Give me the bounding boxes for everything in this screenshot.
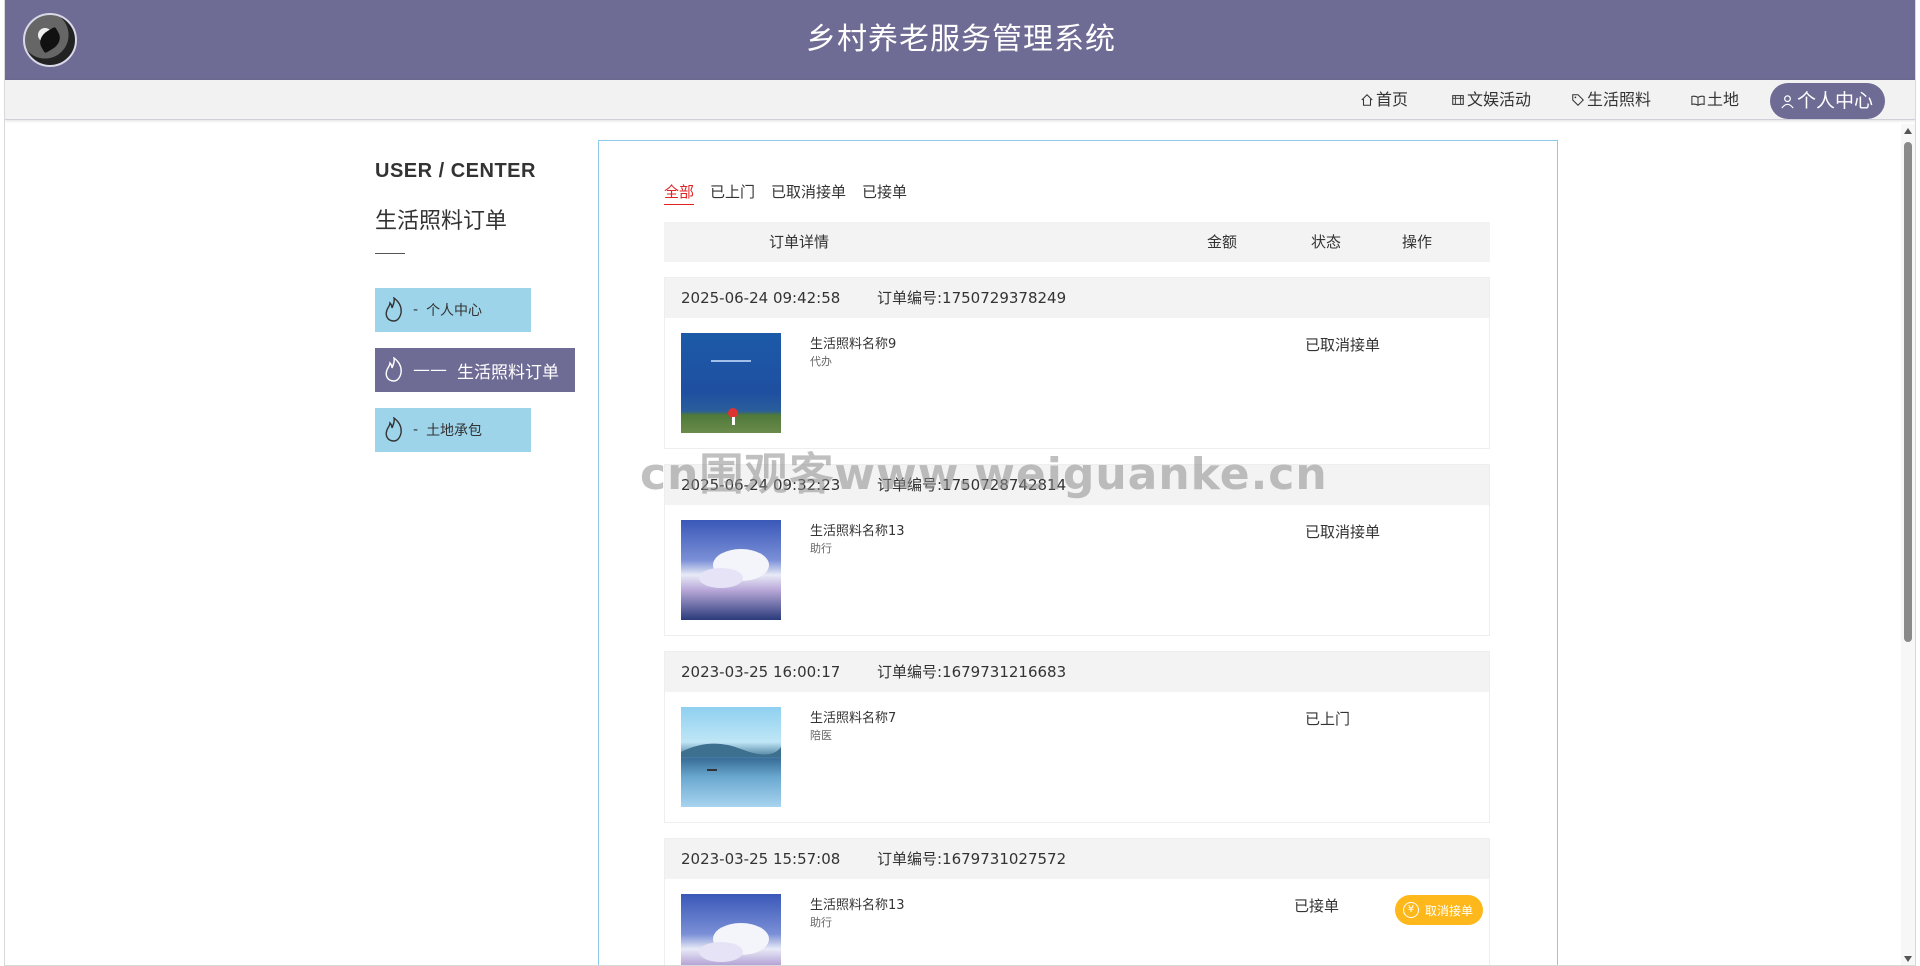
tab-visited[interactable]: 已上门 xyxy=(710,181,755,205)
order-status: 已上门 xyxy=(1305,710,1351,728)
product-image[interactable] xyxy=(681,894,781,965)
product-image[interactable] xyxy=(681,520,781,620)
order-card: 2025-06-24 09:32:23 订单编号:1750728742814 生… xyxy=(664,464,1490,636)
flame-icon xyxy=(385,417,402,442)
order-card: 2025-06-24 09:42:58 订单编号:1750729378249 生… xyxy=(664,277,1490,449)
header-amount: 金额 xyxy=(1207,233,1238,251)
sidebar-item-label: 生活照料订单 xyxy=(457,362,559,383)
product-image[interactable] xyxy=(681,333,781,433)
sidebar-item-land-contract[interactable]: - 土地承包 xyxy=(375,408,531,452)
nav-land-label: 土地 xyxy=(1707,90,1740,109)
nav-land[interactable]: 土地 xyxy=(1691,80,1739,120)
order-status: 已取消接单 xyxy=(1305,523,1381,541)
product-name[interactable]: 生活照料名称13 xyxy=(810,894,905,913)
order-card-header: 2023-03-25 16:00:17 订单编号:1679731216683 xyxy=(665,652,1489,692)
order-time: 2025-06-24 09:32:23 xyxy=(681,476,841,494)
top-nav: 首页 文娱活动 生活照料 土地 个人中心 xyxy=(5,80,1915,120)
product-image-art xyxy=(681,743,781,771)
sidebar-item-label: 个人中心 xyxy=(426,303,483,319)
scroll-down-icon[interactable] xyxy=(1904,956,1912,962)
scroll-thumb[interactable] xyxy=(1904,142,1912,642)
order-table-header: 订单详情 金额 状态 操作 xyxy=(664,222,1490,262)
sidebar-divider xyxy=(375,253,405,254)
cancel-order-label: 取消接单 xyxy=(1425,903,1474,918)
scroll-up-icon[interactable] xyxy=(1904,128,1912,134)
order-card: 2023-03-25 16:00:17 订单编号:1679731216683 生… xyxy=(664,651,1490,823)
yen-icon: ¥ xyxy=(1403,902,1419,918)
sidebar-item-personal-center[interactable]: - 个人中心 xyxy=(375,288,531,332)
sidebar-item-prefix: - xyxy=(413,302,419,318)
order-time: 2023-03-25 16:00:17 xyxy=(681,663,841,681)
nav-home[interactable]: 首页 xyxy=(1360,80,1408,120)
cancel-order-button[interactable]: ¥ 取消接单 xyxy=(1395,895,1484,925)
order-number: 订单编号:1750729378249 xyxy=(877,289,1067,307)
tab-accepted[interactable]: 已接单 xyxy=(862,181,907,205)
product-name[interactable]: 生活照料名称13 xyxy=(810,520,905,539)
nav-care[interactable]: 生活照料 xyxy=(1571,80,1651,120)
order-number: 订单编号:1679731216683 xyxy=(877,663,1067,681)
order-time: 2023-03-25 15:57:08 xyxy=(681,850,841,868)
header-status: 状态 xyxy=(1311,233,1342,251)
product-image-art xyxy=(699,549,769,588)
product-image[interactable] xyxy=(681,707,781,807)
nav-home-label: 首页 xyxy=(1376,90,1409,109)
page-scrollbar[interactable] xyxy=(1901,124,1915,965)
sidebar-item-prefix: —— xyxy=(413,360,447,380)
sidebar-item-label: 土地承包 xyxy=(426,423,483,439)
order-card-header: 2025-06-24 09:32:23 订单编号:1750728742814 xyxy=(665,465,1489,505)
order-tabs: 全部 已上门 已取消接单 已接单 xyxy=(664,181,907,205)
sidebar-subtitle: 生活照料订单 xyxy=(375,209,508,234)
nav-activity-label: 文娱活动 xyxy=(1467,90,1532,109)
nav-activity[interactable]: 文娱活动 xyxy=(1451,80,1531,120)
order-panel: 全部 已上门 已取消接单 已接单 订单详情 金额 状态 操作 2025-06-2… xyxy=(598,140,1558,965)
theater-icon xyxy=(1452,95,1464,105)
tab-all[interactable]: 全部 xyxy=(664,181,695,205)
sidebar-item-care-orders[interactable]: —— 生活照料订单 xyxy=(375,348,575,392)
home-icon xyxy=(1361,94,1373,106)
header-detail: 订单详情 xyxy=(769,233,830,251)
order-number: 订单编号:1679731027572 xyxy=(877,850,1067,868)
user-icon xyxy=(1781,94,1794,108)
product-category: 代办 xyxy=(810,355,832,368)
order-card-header: 2025-06-24 09:42:58 订单编号:1750729378249 xyxy=(665,278,1489,318)
book-icon xyxy=(1691,95,1705,106)
product-name[interactable]: 生活照料名称9 xyxy=(810,333,896,352)
order-card: 2023-03-25 15:57:08 订单编号:1679731027572 生… xyxy=(664,838,1490,965)
nav-user-label: 个人中心 xyxy=(1797,90,1874,112)
order-number: 订单编号:1750728742814 xyxy=(877,476,1067,494)
app-header: 乡村养老服务管理系统 xyxy=(5,0,1915,80)
order-status: 已接单 xyxy=(1294,897,1340,915)
sidebar-item-prefix: - xyxy=(413,422,419,438)
flame-icon xyxy=(385,297,402,322)
order-time: 2025-06-24 09:42:58 xyxy=(681,289,841,307)
product-name[interactable]: 生活照料名称7 xyxy=(810,707,896,726)
product-category: 陪医 xyxy=(810,729,832,742)
nav-user-center[interactable]: 个人中心 xyxy=(1770,83,1886,119)
user-sidebar: USER / CENTER 生活照料订单 - 个人中心 —— 生活照料订单 - … xyxy=(375,160,585,452)
app-title: 乡村养老服务管理系统 xyxy=(806,22,1116,57)
product-image-art xyxy=(711,360,751,425)
order-card-header: 2023-03-25 15:57:08 订单编号:1679731027572 xyxy=(665,839,1489,879)
browser-window: 乡村养老服务管理系统 首页 文娱活动 生活照料 土地 个人中心 USER / C… xyxy=(4,0,1916,966)
tab-cancelled[interactable]: 已取消接单 xyxy=(771,181,846,205)
product-image-art xyxy=(699,923,769,962)
flame-icon xyxy=(385,357,402,382)
sidebar-title: USER / CENTER xyxy=(375,160,536,182)
product-category: 助行 xyxy=(810,542,832,555)
header-action: 操作 xyxy=(1402,233,1433,251)
product-category: 助行 xyxy=(810,916,832,929)
tag-icon xyxy=(1572,94,1584,106)
order-status: 已取消接单 xyxy=(1305,336,1381,354)
nav-care-label: 生活照料 xyxy=(1587,90,1652,109)
